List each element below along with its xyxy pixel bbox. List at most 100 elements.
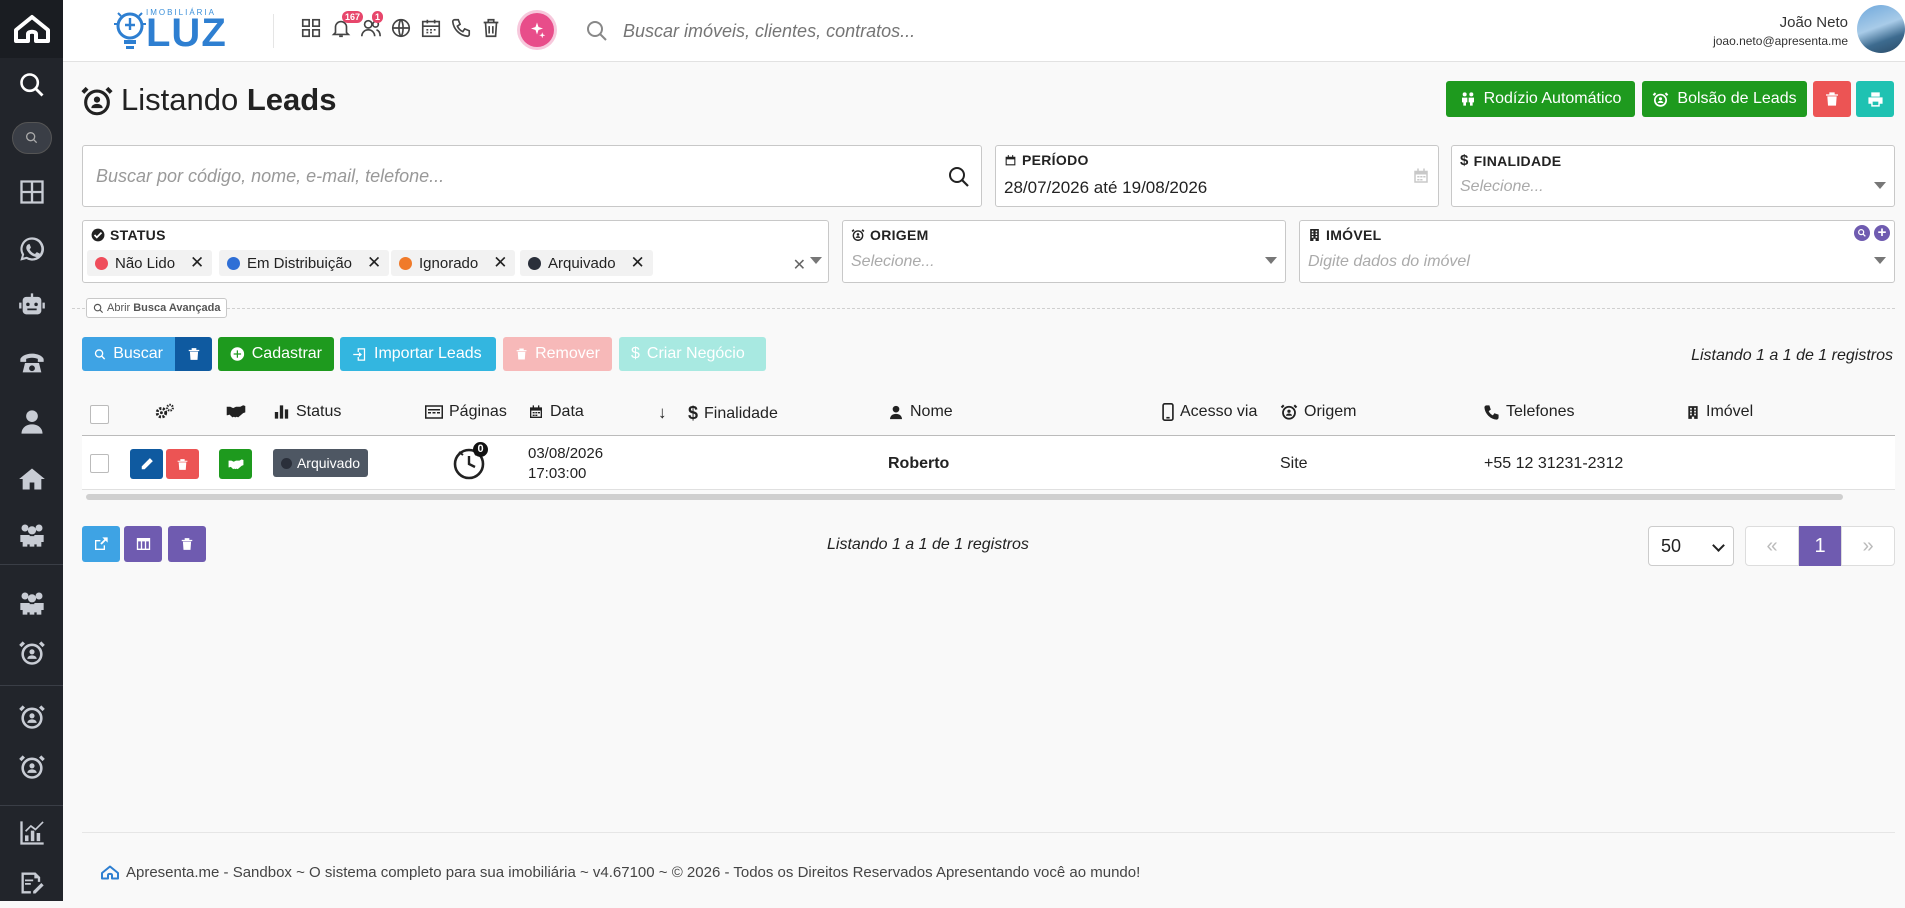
sidebar-quick-search[interactable] [0, 113, 63, 163]
globe-button[interactable] [390, 17, 414, 41]
export-button[interactable] [82, 526, 120, 562]
remover-button[interactable]: Remover [503, 337, 612, 371]
finalidade-column-header[interactable]: $ Finalidade [688, 403, 778, 424]
status-chip-ignorado[interactable]: Ignorado ✕ [391, 250, 516, 276]
sidebar-item-leads-3[interactable] [0, 742, 63, 792]
pages-count-badge: 0 [473, 442, 488, 457]
sidebar-item-leads[interactable] [0, 628, 63, 678]
next-page-button[interactable]: » [1841, 526, 1895, 566]
origem-column-header[interactable]: Origem [1280, 403, 1356, 421]
sidebar-search[interactable] [0, 60, 63, 110]
deal-row-button[interactable] [219, 449, 252, 479]
home-logo-icon [13, 15, 50, 43]
search-icon[interactable] [947, 165, 971, 189]
users-button[interactable]: 1 [360, 11, 384, 41]
imovel-filter[interactable]: IMÓVEL + Digite dados do imóvel [1299, 220, 1895, 283]
close-icon[interactable]: ✕ [631, 253, 645, 273]
sidebar-item-people[interactable] [0, 510, 63, 560]
per-page-select[interactable]: 50 [1648, 526, 1734, 566]
phone-button[interactable] [450, 17, 474, 41]
origem-placeholder[interactable]: Selecione... [851, 253, 935, 271]
avatar[interactable] [1857, 5, 1905, 53]
sidebar-item-phone[interactable] [0, 338, 63, 388]
status-chip-arquivado[interactable]: Arquivado ✕ [520, 250, 653, 276]
status-chip-nao-lido[interactable]: Não Lido ✕ [87, 250, 213, 276]
chevron-down-icon[interactable] [810, 257, 822, 264]
people-icon [1461, 92, 1474, 106]
close-icon[interactable]: ✕ [493, 253, 507, 273]
handshake-icon [228, 459, 243, 470]
sidebar-item-dashboard[interactable] [0, 167, 63, 217]
delete-row-button[interactable] [166, 449, 199, 479]
imovel-column-header[interactable]: Imóvel [1686, 403, 1753, 421]
apps-button[interactable] [300, 17, 324, 41]
paginas-column-header[interactable]: Páginas [425, 403, 507, 421]
previous-page-label: « [1766, 534, 1778, 557]
ai-assistant-button[interactable] [520, 13, 554, 47]
sidebar-item-person[interactable] [0, 397, 63, 447]
user-name[interactable]: João Neto [1780, 14, 1848, 31]
sidebar-item-whatsapp[interactable] [0, 224, 63, 274]
sidebar-item-people-2[interactable] [0, 578, 63, 628]
chevron-down-icon[interactable] [1265, 257, 1277, 264]
telefones-column-header[interactable]: Telefones [1483, 403, 1575, 421]
current-page-button[interactable]: 1 [1799, 526, 1841, 566]
nome-column-header[interactable]: Nome [888, 403, 953, 421]
delete-selected-button[interactable] [168, 526, 206, 562]
advanced-search-button[interactable]: Abrir Busca Avançada [86, 298, 228, 318]
delete-top-button[interactable] [1813, 81, 1851, 117]
columns-button[interactable] [124, 526, 162, 562]
calendar-icon [1005, 154, 1016, 165]
cadastrar-button[interactable]: Cadastrar [218, 337, 334, 371]
edit-button[interactable] [130, 449, 163, 479]
periodo-filter[interactable]: PERÍODO 28/07/2026 até 19/08/2026 [995, 145, 1439, 207]
rodizio-automatico-button[interactable]: Rodízio Automático [1446, 81, 1635, 117]
alarm-icon [1653, 91, 1669, 107]
trash-button[interactable] [480, 17, 504, 41]
main-search-input[interactable]: Buscar por código, nome, e-mail, telefon… [96, 166, 444, 187]
finalidade-placeholder[interactable]: Selecione... [1460, 178, 1544, 196]
close-icon[interactable]: ✕ [190, 253, 204, 273]
clear-search-button[interactable] [175, 337, 212, 371]
status-column-header[interactable]: Status [273, 403, 341, 421]
bolsao-de-leads-button[interactable]: Bolsão de Leads [1642, 81, 1807, 117]
header-search-input[interactable] [623, 16, 1223, 46]
row-checkbox[interactable] [90, 454, 109, 473]
status-chip-em-distribuicao[interactable]: Em Distribuição ✕ [219, 250, 390, 276]
chevron-down-icon[interactable] [1874, 182, 1886, 189]
acesso-via-column-header[interactable]: Acesso via [1162, 403, 1257, 421]
clear-all-icon[interactable]: ✕ [793, 255, 806, 275]
print-icon [1867, 91, 1883, 107]
origem-filter[interactable]: ORIGEM Selecione... [842, 220, 1286, 283]
main-search-box[interactable]: Buscar por código, nome, e-mail, telefon… [82, 145, 982, 207]
finalidade-filter[interactable]: $ FINALIDADE Selecione... [1451, 145, 1895, 207]
user-email[interactable]: joao.neto@apresenta.me [1713, 34, 1848, 48]
criar-negocio-button[interactable]: $ Criar Negócio [619, 337, 766, 371]
row-nome[interactable]: Roberto [888, 455, 949, 473]
horizontal-scrollbar[interactable] [86, 494, 1843, 500]
periodo-value[interactable]: 28/07/2026 até 19/08/2026 [1004, 178, 1207, 198]
sidebar-item-reports[interactable] [0, 808, 63, 858]
importar-leads-button[interactable]: Importar Leads [340, 337, 496, 371]
sidebar-item-robot[interactable] [0, 280, 63, 330]
chevron-down-icon[interactable] [1874, 257, 1886, 264]
imovel-placeholder[interactable]: Digite dados do imóvel [1308, 253, 1470, 271]
calendar-button[interactable] [420, 17, 444, 41]
status-filter[interactable]: STATUS Não Lido ✕ Em Distribuição ✕ Igno… [82, 220, 829, 283]
notifications-button[interactable]: 167 [330, 11, 364, 41]
footer-divider [82, 832, 1895, 833]
sort-desc-icon[interactable]: ↓ [658, 403, 667, 423]
previous-page-button[interactable]: « [1745, 526, 1799, 566]
plus-icon[interactable]: + [1874, 225, 1890, 241]
data-column-header[interactable]: Data [528, 403, 584, 421]
select-all-checkbox[interactable] [90, 405, 109, 424]
print-button[interactable] [1856, 81, 1894, 117]
sidebar-home-button[interactable] [0, 0, 63, 58]
calendar-icon[interactable] [1412, 167, 1430, 185]
close-icon[interactable]: ✕ [367, 253, 381, 273]
magnify-icon[interactable] [1854, 225, 1870, 241]
sidebar-item-leads-2[interactable] [0, 692, 63, 742]
buscar-button[interactable]: Buscar [82, 337, 175, 371]
sidebar-item-house[interactable] [0, 454, 63, 504]
robot-icon [18, 293, 45, 315]
